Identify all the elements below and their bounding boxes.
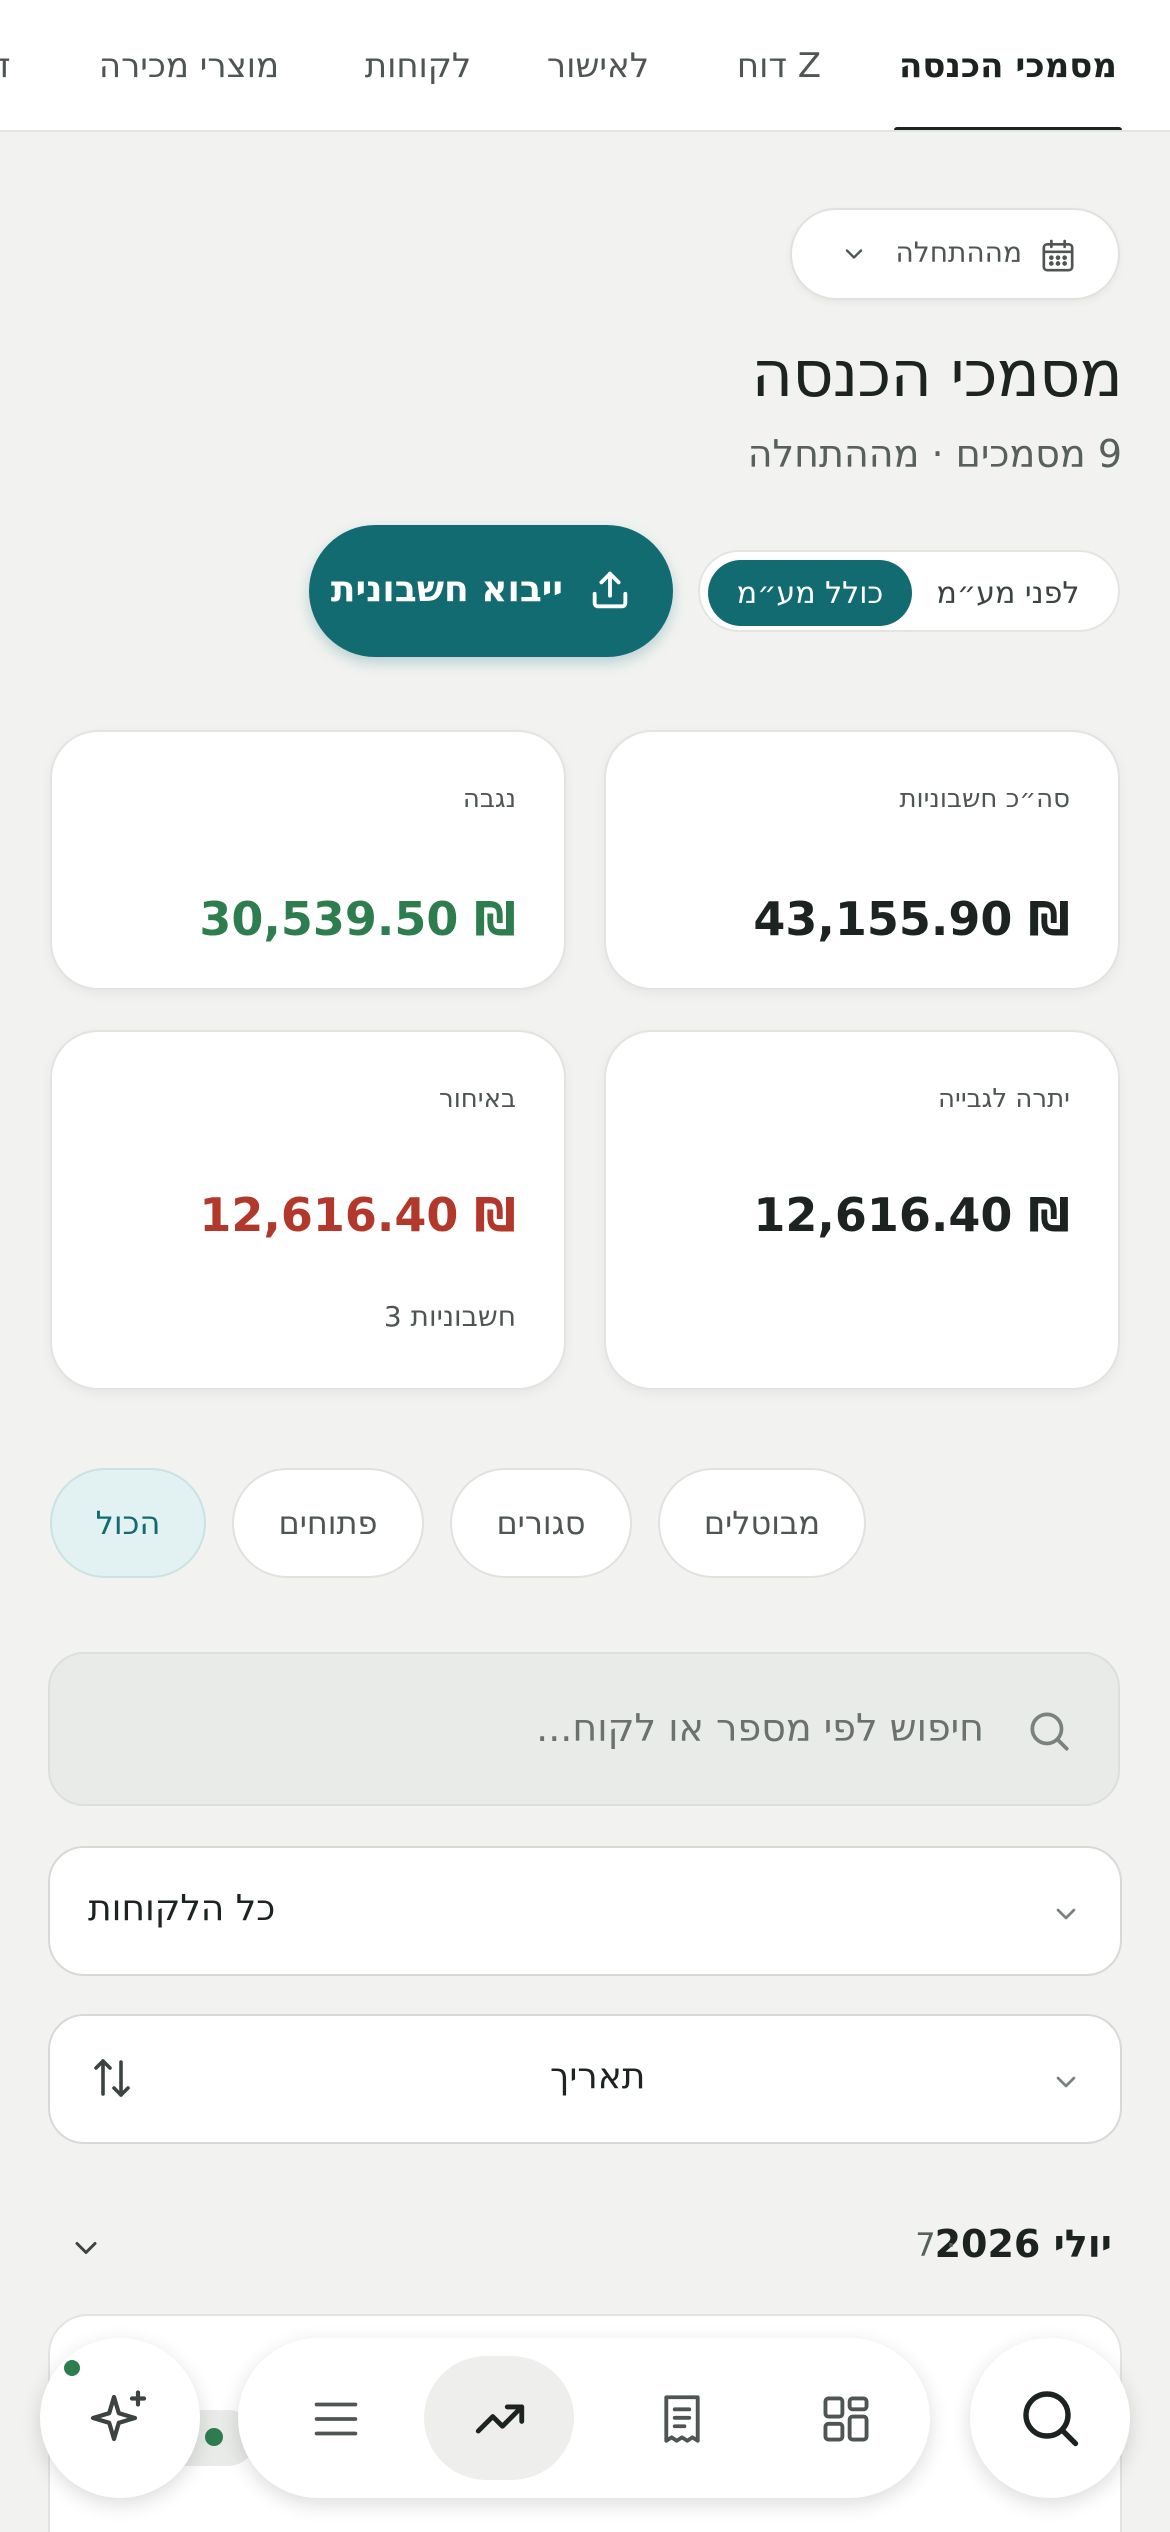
nav-item-dashboard[interactable]: [770, 2356, 920, 2480]
receipt-icon: [664, 2395, 700, 2443]
import-invoice-button[interactable]: ייבוא חשבונית: [309, 525, 673, 657]
stat-collected-value: ₪ 30,539.50: [199, 892, 516, 946]
chevron-down-icon: [840, 240, 868, 272]
vat-toggle: לפני מע״מ כולל מע״מ: [698, 550, 1120, 632]
customer-select[interactable]: כל הלקוחות: [48, 1846, 1122, 1976]
stat-total-label: סה״כ חשבוניות: [899, 784, 1070, 814]
top-tabs: מסמכי הכנסה דוח Z לאישור לקוחות מוצרי מכ…: [0, 0, 1170, 132]
search-icon: [1024, 1706, 1074, 1760]
search-button[interactable]: [970, 2338, 1130, 2498]
search-icon: [1014, 2382, 1086, 2458]
notification-dot: [64, 2360, 80, 2376]
stat-card-remaining: יתרה לגבייה ₪ 12,616.40: [604, 1030, 1120, 1390]
assistant-button[interactable]: [40, 2338, 200, 2498]
bottom-nav: [238, 2338, 930, 2498]
nav-item-documents[interactable]: [606, 2356, 756, 2480]
month-group-count: 7 ·: [915, 2226, 956, 2264]
date-range-label: מההתחלה: [895, 236, 1022, 269]
tab-income-documents[interactable]: מסמכי הכנסה: [894, 0, 1122, 130]
stat-remaining-value: ₪ 12,616.40: [753, 1188, 1070, 1242]
stat-card-collected: נגבה ₪ 30,539.50: [50, 730, 566, 990]
status-dot: [205, 2428, 223, 2446]
stat-remaining-label: יתרה לגבייה: [938, 1084, 1070, 1114]
month-group-title: יולי 2026: [934, 2222, 1112, 2266]
chevron-down-icon: [1050, 2066, 1082, 2102]
page-subtitle: 9 מסמכים · מההתחלה: [747, 432, 1122, 476]
sort-select-value: תאריך: [550, 2056, 646, 2097]
tab-customers[interactable]: לקוחות: [358, 0, 478, 130]
date-range-filter[interactable]: מההתחלה: [790, 208, 1120, 300]
search-input[interactable]: חיפוש לפי מספר או לקוח...: [48, 1652, 1120, 1806]
stat-overdue-value: ₪ 12,616.40: [199, 1188, 516, 1242]
stat-card-overdue[interactable]: באיחור ₪ 12,616.40 3 חשבוניות: [50, 1030, 566, 1390]
sort-select[interactable]: תאריך: [48, 2014, 1122, 2144]
sort-arrows-icon[interactable]: [88, 2054, 136, 2106]
stat-card-total: סה״כ חשבוניות ₪ 43,155.90: [604, 730, 1120, 990]
stat-total-value: ₪ 43,155.90: [753, 892, 1070, 946]
tab-for-approval[interactable]: לאישור: [536, 0, 660, 130]
sparkle-icon: [84, 2382, 156, 2458]
tab-more[interactable]: ד: [0, 0, 16, 130]
filter-chip-open[interactable]: פתוחים: [232, 1468, 424, 1578]
tab-z-report[interactable]: דוח Z: [724, 0, 834, 130]
stat-overdue-note: 3 חשבוניות: [383, 1300, 516, 1333]
stat-overdue-label: באיחור: [439, 1084, 516, 1114]
customer-select-value: כל הלקוחות: [88, 1888, 276, 1929]
upload-icon: [587, 567, 633, 617]
import-invoice-label: ייבוא חשבונית: [330, 569, 563, 610]
vat-option-included[interactable]: כולל מע״מ: [708, 560, 912, 626]
page-title: מסמכי הכנסה: [751, 338, 1123, 412]
filter-chip-closed[interactable]: סגורים: [450, 1468, 632, 1578]
vat-option-before[interactable]: לפני מע״מ: [908, 560, 1108, 626]
calendar-icon: [1038, 236, 1078, 280]
grid-icon: [823, 2396, 869, 2442]
trending-up-icon: [475, 2404, 525, 2434]
nav-item-menu[interactable]: [260, 2356, 410, 2480]
nav-item-income[interactable]: [424, 2356, 574, 2480]
chevron-down-icon: [68, 2230, 104, 2270]
stat-collected-label: נגבה: [462, 784, 516, 814]
search-placeholder: חיפוש לפי מספר או לקוח...: [536, 1706, 984, 1750]
filter-chip-all[interactable]: הכול: [50, 1468, 206, 1578]
filter-chip-cancelled[interactable]: מבוטלים: [658, 1468, 866, 1578]
tab-sales-products[interactable]: מוצרי מכירה: [94, 0, 284, 130]
chevron-down-icon: [1050, 1898, 1082, 1934]
month-group-header[interactable]: יולי 2026 7 ·: [48, 2210, 1122, 2282]
menu-icon: [314, 2402, 358, 2436]
